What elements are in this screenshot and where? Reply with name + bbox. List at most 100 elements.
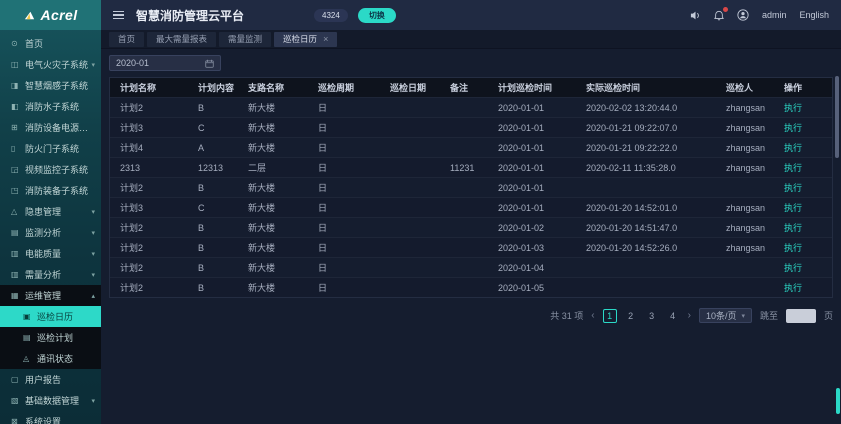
speaker-icon[interactable] (690, 10, 701, 21)
sidebar: Acrel ⊙ 首页 ◫ 电气火灾子系统 ▾ ◨ 智慧烟感子系统 ◧ 消防水子系… (0, 0, 101, 424)
sidebar-item-label: 消防装备子系统 (25, 184, 88, 197)
execute-link[interactable]: 执行 (784, 223, 802, 233)
page-scrollbar-thumb[interactable] (836, 388, 840, 414)
execute-link[interactable]: 执行 (784, 163, 802, 173)
execute-link[interactable]: 执行 (784, 123, 802, 133)
sidebar-item-power-quality[interactable]: ▥ 电能质量 ▾ (0, 243, 101, 264)
sidebar-item-monitor-analysis[interactable]: ▤ 监测分析 ▾ (0, 222, 101, 243)
table-cell: 2020-02-11 11:35:28.0 (576, 163, 716, 173)
column-header: 备注 (440, 81, 488, 94)
sidebar-item-equipment-power[interactable]: ⊞ 消防设备电源子系统 (0, 117, 101, 138)
table-cell: 新大楼 (238, 141, 308, 154)
sidebar-item-electrical-fire[interactable]: ◫ 电气火灾子系统 ▾ (0, 54, 101, 75)
topbar-right: admin English (690, 9, 829, 21)
table-cell: 2020-01-01 (488, 163, 576, 173)
page-title: 智慧消防管理云平台 (136, 7, 244, 24)
sidebar-item-smoke-detector[interactable]: ◨ 智慧烟感子系统 (0, 75, 101, 96)
alarm-count-badge: 4324 (314, 9, 348, 22)
month-picker-value: 2020-01 (116, 58, 205, 68)
table-cell: zhangsan (716, 143, 774, 153)
sidebar-item-label: 视频监控子系统 (25, 163, 88, 176)
column-header: 巡检日期 (380, 81, 440, 94)
electric-fire-icon: ◫ (11, 60, 25, 69)
table-cell: B (188, 263, 238, 273)
chevron-icon: ▾ (91, 61, 95, 69)
chevron-icon: ▾ (91, 229, 95, 237)
sidebar-item-system-settings[interactable]: ⊠ 系统设置 (0, 411, 101, 424)
page-number-2[interactable]: 2 (624, 309, 638, 323)
sidebar-item-user-report[interactable]: ▢ 用户报告 (0, 369, 101, 390)
table-cell: 2020-01-02 (488, 223, 576, 233)
sidebar-item-hazard-management[interactable]: △ 隐患管理 ▾ (0, 201, 101, 222)
table-row: 计划2B新大楼日2020-01-032020-01-20 14:52:26.0z… (110, 237, 832, 257)
next-page-button[interactable]: › (688, 310, 691, 321)
table-cell: 日 (308, 141, 380, 154)
execute-link[interactable]: 执行 (784, 263, 802, 273)
page-number-3[interactable]: 3 (645, 309, 659, 323)
sidebar-item-ops-management[interactable]: ▦ 运维管理 ▴ (0, 285, 101, 306)
pagination: 共 31 项 ‹ 1234 › 10条/页 ▾ 跳至 页 (109, 308, 833, 323)
execute-link[interactable]: 执行 (784, 183, 802, 193)
tab-首页[interactable]: 首页 (109, 32, 144, 47)
tab-最大需量报表[interactable]: 最大需量报表 (147, 32, 216, 47)
sidebar-item-fire-water[interactable]: ◧ 消防水子系统 (0, 96, 101, 117)
table-cell: 日 (308, 241, 380, 254)
execute-link[interactable]: 执行 (784, 243, 802, 253)
sidebar-item-fire-equipment[interactable]: ◳ 消防装备子系统 (0, 180, 101, 201)
username[interactable]: admin (762, 10, 787, 20)
main-content: 2020-01 计划名称计划内容支路名称巡检周期巡检日期备注计划巡检时间实际巡检… (101, 49, 841, 424)
sidebar-item-label: 巡检计划 (37, 331, 73, 344)
execute-link[interactable]: 执行 (784, 143, 802, 153)
execute-link[interactable]: 执行 (784, 283, 802, 293)
jump-page-input[interactable] (786, 309, 816, 323)
notifications-button[interactable] (714, 10, 724, 21)
tab-需量监测[interactable]: 需量监测 (219, 32, 271, 47)
table-cell: 2020-01-20 14:52:01.0 (576, 203, 716, 213)
sidebar-item-comm-status[interactable]: ◬ 通讯状态 (0, 348, 101, 369)
table-cell: zhangsan (716, 123, 774, 133)
column-header: 操作 (774, 81, 832, 94)
table-cell: 计划2 (110, 221, 188, 234)
table-cell: 2020-01-01 (488, 203, 576, 213)
page-number-4[interactable]: 4 (666, 309, 680, 323)
execute-link[interactable]: 执行 (784, 103, 802, 113)
sidebar-item-video-monitor[interactable]: ◲ 视频监控子系统 (0, 159, 101, 180)
table-cell: 日 (308, 261, 380, 274)
table-cell: 新大楼 (238, 121, 308, 134)
sidebar-item-inspection-calendar[interactable]: ▣ 巡检日历 (0, 306, 101, 327)
collapse-menu-icon[interactable] (113, 11, 124, 20)
table-cell: 新大楼 (238, 241, 308, 254)
chevron-icon: ▾ (91, 208, 95, 216)
switch-button[interactable]: 切换 (358, 8, 396, 23)
comm-icon: ◬ (23, 354, 37, 363)
table-cell: 新大楼 (238, 181, 308, 194)
column-header: 巡检周期 (308, 81, 380, 94)
quality-icon: ▥ (11, 249, 25, 258)
video-icon: ◲ (11, 165, 25, 174)
page-size-select[interactable]: 10条/页 ▾ (699, 308, 752, 323)
language-switch[interactable]: English (799, 10, 829, 20)
page-number-1[interactable]: 1 (603, 309, 617, 323)
brand-name: Acrel (40, 7, 77, 23)
table-cell: 2020-01-03 (488, 243, 576, 253)
table-cell: 日 (308, 161, 380, 174)
sidebar-item-label: 系统设置 (25, 415, 61, 424)
execute-link[interactable]: 执行 (784, 203, 802, 213)
demand-icon: ▥ (11, 270, 25, 279)
sidebar-item-home[interactable]: ⊙ 首页 (0, 33, 101, 54)
table-cell: C (188, 123, 238, 133)
tab-巡检日历[interactable]: 巡检日历 × (274, 32, 337, 47)
sidebar-item-inspection-plan[interactable]: ▤ 巡检计划 (0, 327, 101, 348)
month-picker[interactable]: 2020-01 (109, 55, 221, 71)
sidebar-item-fire-door[interactable]: ▯ 防火门子系统 (0, 138, 101, 159)
sidebar-item-basic-data[interactable]: ▧ 基础数据管理 ▾ (0, 390, 101, 411)
table-scrollbar-thumb[interactable] (835, 76, 839, 158)
database-icon: ▧ (11, 396, 25, 405)
sidebar-item-demand-analysis[interactable]: ▥ 需量分析 ▾ (0, 264, 101, 285)
table-cell: B (188, 283, 238, 293)
sidebar-item-label: 智慧烟感子系统 (25, 79, 88, 92)
prev-page-button[interactable]: ‹ (591, 310, 594, 321)
close-icon[interactable]: × (323, 34, 328, 44)
tab-label: 首页 (118, 33, 135, 45)
avatar[interactable] (737, 9, 749, 21)
